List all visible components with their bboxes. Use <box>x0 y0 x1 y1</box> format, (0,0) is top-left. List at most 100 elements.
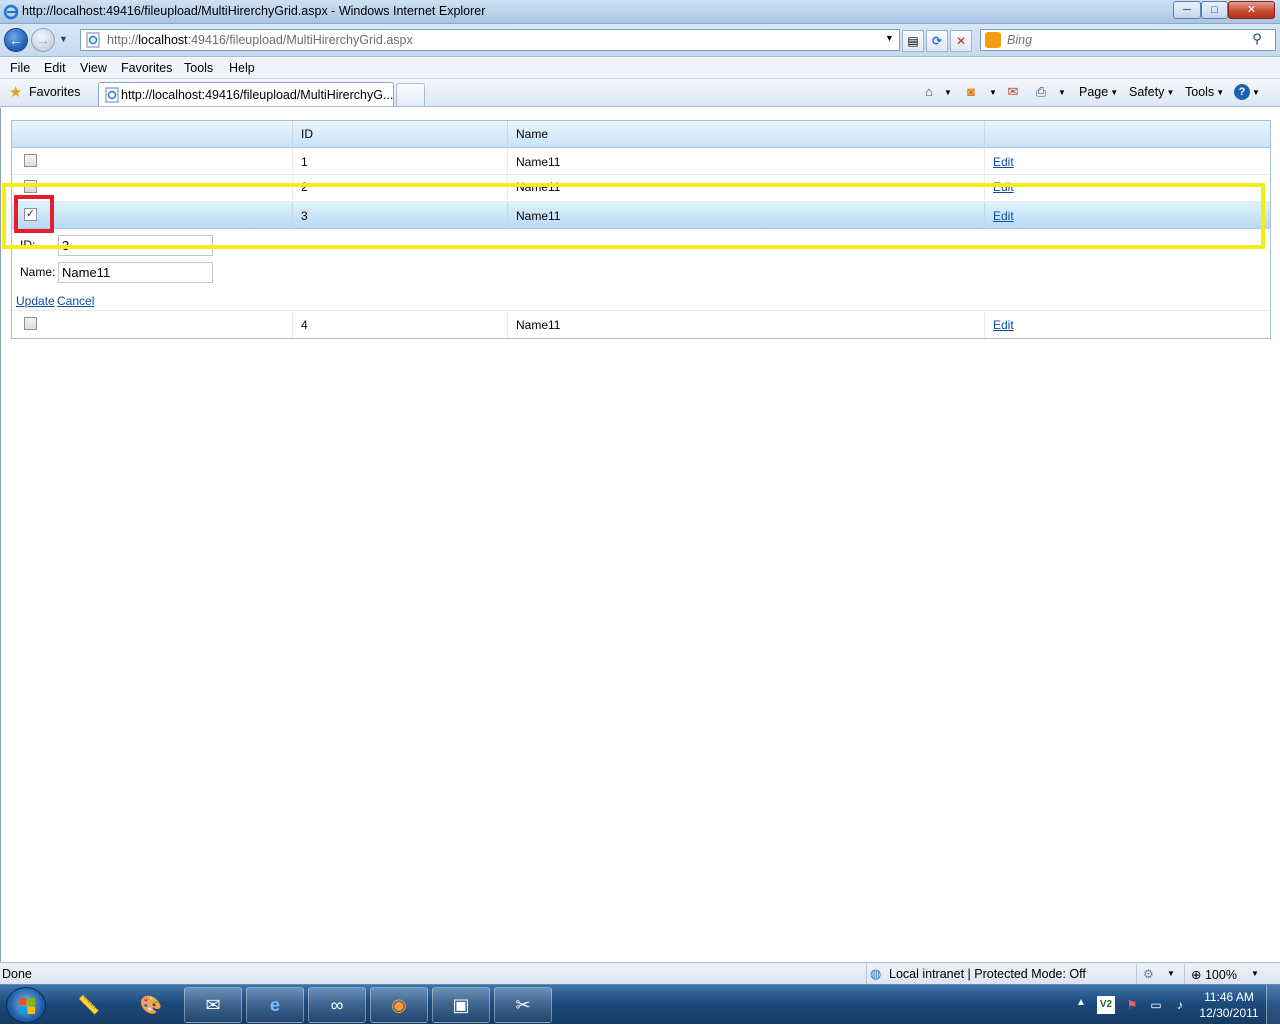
id-field[interactable] <box>58 235 213 256</box>
refresh-icon[interactable]: ⟳ <box>926 30 948 52</box>
back-arrow-icon[interactable]: ← <box>4 28 28 52</box>
status-text: Done <box>2 967 32 981</box>
cell-actions: Edit <box>984 202 1270 229</box>
volume-icon[interactable]: ♪ <box>1171 996 1189 1014</box>
compatibility-view-icon[interactable]: ▤ <box>902 30 924 52</box>
internet-explorer-icon[interactable]: e <box>246 987 304 1023</box>
ie-logo-icon <box>3 4 19 20</box>
mail-icon[interactable]: ✉ <box>1004 84 1022 100</box>
favorites-star-icon[interactable]: ★ <box>9 85 25 101</box>
menu-view[interactable]: View <box>80 61 107 75</box>
shield-icon: ⚙ <box>1143 967 1154 981</box>
snipping-tool-icon[interactable]: ✂ <box>494 987 552 1023</box>
feeds-dropdown-icon[interactable]: ▼ <box>989 88 997 97</box>
new-tab-button[interactable] <box>396 83 425 106</box>
visual-studio-icon[interactable]: ∞ <box>308 987 366 1023</box>
show-desktop-button[interactable] <box>1266 985 1280 1025</box>
row-checkbox[interactable] <box>24 317 37 330</box>
search-input[interactable] <box>1005 31 1241 49</box>
row-checkbox[interactable] <box>24 180 37 193</box>
menu-bar: File Edit View Favorites Tools Help <box>0 58 1280 79</box>
address-url[interactable]: http://localhost:49416/fileupload/MultiH… <box>107 33 413 47</box>
favorites-bar: ★ Favorites http://localhost:49416/fileu… <box>0 79 1280 107</box>
home-icon[interactable]: ⌂ <box>920 84 938 100</box>
address-dropdown-icon[interactable]: ▼ <box>885 33 894 43</box>
tools-menu-button[interactable]: Tools ▼ <box>1185 85 1224 99</box>
paint-app-icon[interactable]: 🎨 <box>122 987 180 1023</box>
grid-header-row: ID Name <box>12 121 1270 148</box>
tab-title: http://localhost:49416/fileupload/MultiH… <box>121 88 394 102</box>
edit-link[interactable]: Edit <box>993 318 1014 332</box>
edit-link[interactable]: Edit <box>993 209 1014 223</box>
zoom-pane[interactable]: ⊕ 100% ▼ <box>1184 964 1264 984</box>
rss-feed-icon[interactable]: ◙ <box>962 84 980 100</box>
row-checkbox-checked[interactable]: ✓ <box>24 208 37 221</box>
print-dropdown-icon[interactable]: ▼ <box>1058 88 1066 97</box>
action-center-flag-icon[interactable]: ⚑ <box>1123 996 1141 1014</box>
tray-app-icon[interactable]: V2 <box>1097 996 1115 1014</box>
page-menu-button[interactable]: Page ▼ <box>1079 85 1118 99</box>
help-dropdown-icon[interactable]: ▼ <box>1252 88 1260 97</box>
magnifier-icon[interactable]: ⚲ <box>1247 31 1267 49</box>
stop-icon[interactable]: ✕ <box>950 30 972 52</box>
menu-help[interactable]: Help <box>229 61 255 75</box>
cell-actions: Edit <box>984 175 1270 200</box>
security-zone-pane[interactable]: ◍ Local intranet | Protected Mode: Off <box>866 964 1136 984</box>
table-row-selected: ✓ 3 Name11 Edit <box>12 202 1270 229</box>
safety-menu-label: Safety <box>1129 85 1165 99</box>
globe-icon: ◍ <box>870 966 882 981</box>
cancel-link[interactable]: Cancel <box>57 294 94 308</box>
page-icon <box>105 87 119 103</box>
recent-pages-dropdown-icon[interactable]: ▼ <box>59 34 71 46</box>
home-dropdown-icon[interactable]: ▼ <box>944 88 952 97</box>
menu-tools[interactable]: Tools <box>184 61 213 75</box>
zoom-value: 100% <box>1204 968 1237 982</box>
tab-current-page[interactable]: http://localhost:49416/fileupload/MultiH… <box>98 82 394 106</box>
address-bar[interactable]: http://localhost:49416/fileupload/MultiH… <box>80 29 900 51</box>
chevron-down-icon: ▼ <box>1216 88 1225 98</box>
firefox-icon[interactable]: ◉ <box>370 987 428 1023</box>
protected-mode-pane[interactable]: ⚙ ▼ <box>1136 964 1184 984</box>
close-window-button[interactable]: ✕ <box>1228 1 1275 19</box>
outlook-app-icon[interactable]: ✉ <box>184 987 242 1023</box>
ruler-app-icon[interactable]: 📏 <box>60 987 118 1023</box>
table-row: 4 Name11 Edit <box>12 311 1270 338</box>
start-button[interactable] <box>6 987 46 1023</box>
cell-id: 4 <box>292 311 507 338</box>
menu-favorites[interactable]: Favorites <box>121 61 172 75</box>
chevron-down-icon[interactable]: ▼ <box>1167 969 1175 978</box>
name-field[interactable] <box>58 262 213 283</box>
help-icon[interactable]: ? <box>1234 84 1250 100</box>
bing-logo-icon <box>985 32 1001 48</box>
search-box[interactable]: ⚲ <box>980 29 1276 51</box>
header-select-column <box>12 121 292 148</box>
row-checkbox[interactable] <box>24 154 37 167</box>
edit-link[interactable]: Edit <box>993 155 1014 169</box>
window-title-bar[interactable]: http://localhost:49416/fileupload/MultiH… <box>0 0 1280 24</box>
edit-link[interactable]: Edit <box>993 180 1014 194</box>
network-icon[interactable]: ▭ <box>1147 996 1165 1014</box>
menu-file[interactable]: File <box>10 61 30 75</box>
maximize-button[interactable]: □ <box>1201 1 1228 19</box>
printer-icon[interactable]: ⎙ <box>1032 84 1050 100</box>
page-icon <box>86 32 100 48</box>
clock-time[interactable]: 11:46 AM <box>1194 990 1264 1004</box>
zoom-dropdown-icon[interactable]: ▼ <box>1251 969 1259 978</box>
url-rest: :49416/fileupload/MultiHirerchyGrid.aspx <box>187 33 413 47</box>
forward-arrow-icon[interactable]: → <box>31 28 55 52</box>
network-app-icon[interactable]: ▣ <box>432 987 490 1023</box>
minimize-button[interactable]: ─ <box>1173 1 1201 19</box>
safety-menu-button[interactable]: Safety ▼ <box>1129 85 1174 99</box>
zoom-level: ⊕ 100% <box>1191 967 1237 982</box>
favorites-button[interactable]: Favorites <box>29 85 80 99</box>
header-name[interactable]: Name <box>507 121 984 148</box>
navigation-bar: ← → ▼ http://localhost:49416/fileupload/… <box>0 24 1280 57</box>
update-link[interactable]: Update <box>16 294 55 308</box>
menu-edit[interactable]: Edit <box>44 61 66 75</box>
cell-id: 1 <box>292 148 507 175</box>
cell-actions: Edit <box>984 311 1270 338</box>
clock-date[interactable]: 12/30/2011 <box>1194 1006 1264 1020</box>
header-id[interactable]: ID <box>292 121 507 148</box>
chevron-down-icon: ▼ <box>1110 88 1119 98</box>
show-hidden-icons-icon[interactable]: ▲ <box>1076 997 1086 1008</box>
